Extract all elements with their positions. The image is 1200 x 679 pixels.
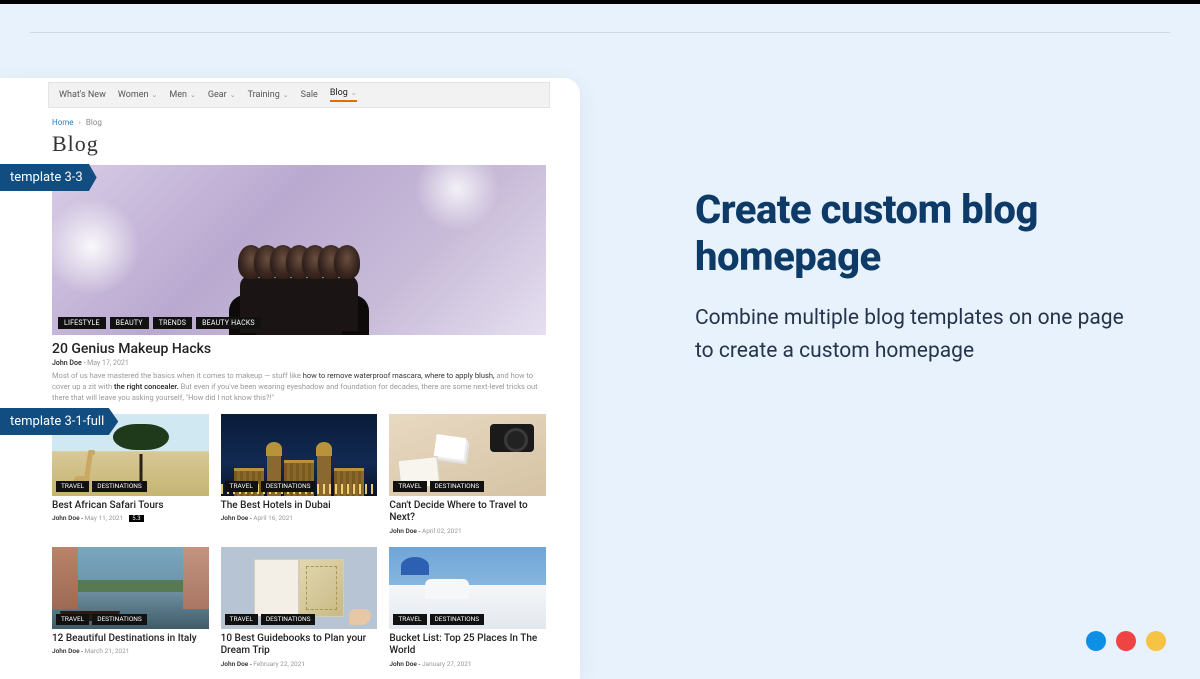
post-meta: John Doe - May 11, 20215.3: [52, 514, 209, 522]
post-card[interactable]: TRAVEL DESTINATIONS Can't Decide Where to…: [389, 414, 546, 535]
tag[interactable]: TRAVEL: [225, 481, 258, 492]
marketing-headline: Create custom blog homepage: [695, 186, 1125, 280]
post-tags: TRAVEL DESTINATIONS: [393, 614, 484, 625]
hero-image: [52, 165, 546, 335]
post-author[interactable]: John Doe: [52, 647, 80, 655]
post-thumb: TRAVEL DESTINATIONS: [389, 414, 546, 496]
post-title[interactable]: 10 Best Guidebooks to Plan your Dream Tr…: [221, 633, 378, 658]
post-meta: John Doe - January 27, 2021: [389, 660, 546, 668]
post-tags: TRAVELDESTINATIONS: [225, 481, 316, 492]
chevron-down-icon: ⌄: [283, 91, 289, 99]
post-thumb: TRAVELDESTINATIONS: [221, 414, 378, 496]
post-meta: John Doe - April 02, 2021: [389, 527, 546, 535]
tag[interactable]: DESTINATIONS: [92, 614, 147, 625]
tag-lifestyle[interactable]: LIFESTYLE: [58, 317, 106, 329]
decorative-dots: [1086, 631, 1166, 651]
site-nav: What's New Women⌄ Men⌄ Gear⌄ Training⌄ S…: [48, 82, 550, 108]
horizontal-divider: [30, 32, 1170, 33]
template-label-3-3: template 3-3: [0, 164, 97, 191]
tag[interactable]: DESTINATIONS: [430, 614, 485, 625]
chevron-down-icon: ⌄: [230, 91, 236, 99]
post-title[interactable]: Bucket List: Top 25 Places In The World: [389, 633, 546, 658]
nav-item-training[interactable]: Training⌄: [248, 88, 289, 102]
post-thumb: TRAVELDESTINATIONS: [221, 547, 378, 629]
post-tags: TRAVELDESTINATIONS: [56, 614, 147, 625]
hero-date: May 17, 2021: [87, 359, 129, 367]
post-tags: TRAVELDESTINATIONS: [56, 481, 147, 492]
post-meta: John Doe - March 21, 2021: [52, 647, 209, 655]
marketing-copy: Create custom blog homepage Combine mult…: [695, 186, 1125, 367]
post-thumb: TRAVELDESTINATIONS: [52, 547, 209, 629]
tag-beauty[interactable]: BEAUTY: [110, 317, 149, 329]
post-author[interactable]: John Doe: [389, 527, 417, 535]
hero-tags: LIFESTYLE BEAUTY TRENDS BEAUTY HACKS: [58, 317, 261, 329]
tag[interactable]: TRAVEL: [393, 481, 426, 492]
post-meta: John Doe - April 16, 2021: [221, 514, 378, 522]
post-grid: TRAVELDESTINATIONS Best African Safari T…: [52, 414, 546, 668]
chevron-down-icon: ⌄: [151, 91, 157, 99]
post-meta: John Doe - February 22, 2021: [221, 660, 378, 668]
template-label-3-1-full: template 3-1-full: [0, 408, 118, 435]
hero-post[interactable]: LIFESTYLE BEAUTY TRENDS BEAUTY HACKS: [52, 165, 546, 335]
breadcrumb: Home › Blog: [52, 118, 550, 127]
post-title[interactable]: 12 Beautiful Destinations in Italy: [52, 633, 209, 646]
post-card[interactable]: TRAVELDESTINATIONS The Best Hotels in Du…: [221, 414, 378, 535]
dot-yellow-icon: [1146, 631, 1166, 651]
post-thumb: TRAVEL DESTINATIONS: [389, 547, 546, 629]
chevron-right-icon: ›: [79, 118, 81, 127]
post-author[interactable]: John Doe: [52, 514, 80, 522]
tag[interactable]: DESTINATIONS: [92, 481, 147, 492]
tag-trends[interactable]: TRENDS: [153, 317, 192, 329]
breadcrumb-home[interactable]: Home: [52, 118, 74, 127]
post-date: April 16, 2021: [253, 514, 293, 522]
tag[interactable]: TRAVEL: [393, 614, 426, 625]
post-title[interactable]: Best African Safari Tours: [52, 500, 209, 513]
post-title[interactable]: Can't Decide Where to Travel to Next?: [389, 500, 546, 525]
hero-author[interactable]: John Doe: [52, 359, 82, 367]
nav-item-gear[interactable]: Gear⌄: [208, 88, 236, 102]
dot-red-icon: [1116, 631, 1136, 651]
page-top-border: [0, 0, 1200, 4]
post-date: April 02, 2021: [422, 527, 462, 535]
post-author[interactable]: John Doe: [221, 660, 249, 668]
nav-item-women[interactable]: Women⌄: [118, 88, 158, 102]
nav-item-whats-new[interactable]: What's New: [59, 88, 106, 102]
tag[interactable]: DESTINATIONS: [261, 614, 316, 625]
rating-badge: 5.3: [129, 515, 143, 522]
post-card[interactable]: TRAVEL DESTINATIONS Bucket List: Top 25 P…: [389, 547, 546, 668]
tag[interactable]: TRAVEL: [225, 614, 258, 625]
post-author[interactable]: John Doe: [221, 514, 249, 522]
post-date: January 27, 2021: [422, 660, 472, 668]
tag[interactable]: TRAVEL: [56, 481, 89, 492]
chevron-down-icon: ⌄: [351, 89, 357, 97]
hero-post-title[interactable]: 20 Genius Makeup Hacks: [52, 341, 546, 357]
post-title[interactable]: The Best Hotels in Dubai: [221, 500, 378, 513]
dot-blue-icon: [1086, 631, 1106, 651]
tag[interactable]: DESTINATIONS: [430, 481, 485, 492]
chevron-down-icon: ⌄: [190, 91, 196, 99]
post-card[interactable]: TRAVELDESTINATIONS 12 Beautiful Destinat…: [52, 547, 209, 668]
tag[interactable]: TRAVEL: [56, 614, 89, 625]
post-date: February 22, 2021: [253, 660, 305, 668]
nav-item-sale[interactable]: Sale: [301, 88, 318, 102]
post-author[interactable]: John Doe: [389, 660, 417, 668]
post-date: May 11, 2021: [85, 514, 124, 522]
nav-item-blog[interactable]: Blog⌄: [330, 88, 357, 102]
hero-excerpt: Most of us have mastered the basics when…: [52, 371, 546, 404]
post-tags: TRAVELDESTINATIONS: [225, 614, 316, 625]
post-date: March 21, 2021: [85, 647, 130, 655]
marketing-sub: Combine multiple blog templates on one p…: [695, 302, 1125, 367]
page-title: Blog: [52, 131, 550, 157]
nav-item-men[interactable]: Men⌄: [169, 88, 195, 102]
tag[interactable]: DESTINATIONS: [261, 481, 316, 492]
tag-beauty-hacks[interactable]: BEAUTY HACKS: [196, 317, 261, 329]
post-card[interactable]: TRAVELDESTINATIONS 10 Best Guidebooks to…: [221, 547, 378, 668]
post-tags: TRAVEL DESTINATIONS: [393, 481, 484, 492]
breadcrumb-current: Blog: [86, 118, 102, 127]
hero-post-meta: John Doe - May 17, 2021: [52, 359, 546, 367]
